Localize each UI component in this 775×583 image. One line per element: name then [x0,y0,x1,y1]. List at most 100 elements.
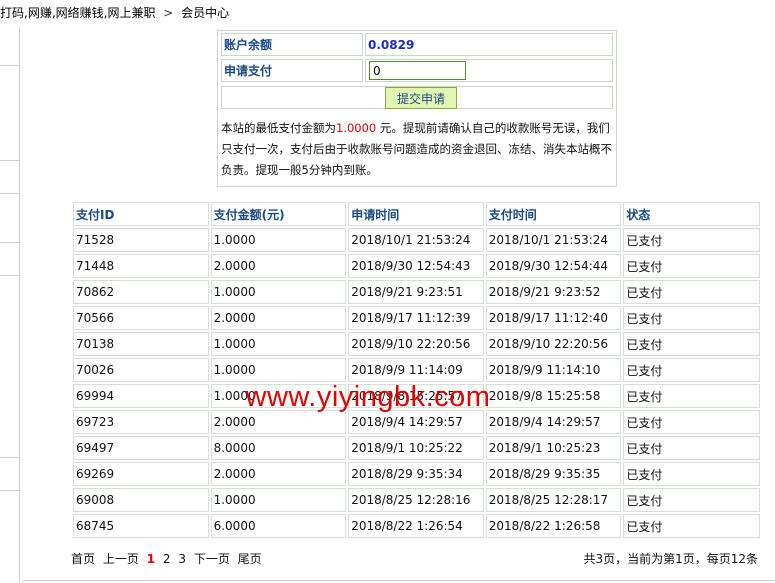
page-next-link[interactable]: 下一页 [194,552,230,566]
table-row: 69994 1.0000 2018/9/8 15:25:57 2018/9/8 15:… [73,384,760,408]
notice-text-1: 本站的最低支付金额为 [221,121,336,135]
payment-table: 支付ID 支付金额(元) 申请时间 支付时间 状态 71528 1.0000 201… [71,200,762,540]
table-row: 69008 1.0000 2018/8/25 12:28:16 2018/8/25 1… [73,488,760,512]
table-row: 68745 6.0000 2018/8/22 1:26:54 2018/8/22 1:… [73,514,760,538]
cell-pay-id: 71448 [73,254,209,278]
sidebar-divider [0,65,19,66]
cell-amount: 2.0000 [210,254,347,278]
cell-apply-time: 2018/9/10 22:20:56 [348,332,484,356]
cell-apply-time: 2018/9/30 12:54:43 [348,254,484,278]
pagination: 首页 上一页 1 2 3 下一页 尾页 共3页，当前为第1页，每页12条 [71,548,762,570]
content-bottom-border [22,580,775,581]
cell-pay-id: 69723 [73,410,209,434]
balance-row: 账户余额 0.0829 [221,33,613,56]
table-row: 69723 2.0000 2018/9/4 14:29:57 2018/9/4 14:… [73,410,760,434]
sidebar-divider [0,457,19,458]
cell-status: 已支付 [623,358,760,382]
cell-status: 已支付 [623,514,760,538]
cell-apply-time: 2018/9/1 10:25:22 [348,436,484,460]
cell-apply-time: 2018/9/8 15:25:57 [348,384,484,408]
pagination-summary: 共3页，当前为第1页，每页12条 [583,552,758,566]
table-row: 70862 1.0000 2018/9/21 9:23:51 2018/9/21 9:… [73,280,760,304]
sidebar [0,27,20,583]
header-status: 状态 [623,202,760,226]
cell-apply-time: 2018/9/4 14:29:57 [348,410,484,434]
submit-cell: 提交申请 [221,86,613,109]
cell-status: 已支付 [623,280,760,304]
header-amount: 支付金额(元) [210,202,347,226]
breadcrumb-current: 会员中心 [181,6,230,20]
cell-amount: 1.0000 [210,228,347,252]
sidebar-divider [0,242,19,243]
page-first-link[interactable]: 首页 [71,552,95,566]
cell-amount: 1.0000 [210,488,347,512]
sidebar-divider [0,275,19,276]
cell-amount: 1.0000 [210,332,347,356]
cell-status: 已支付 [623,462,760,486]
cell-pay-id: 70026 [73,358,209,382]
cell-apply-time: 2018/8/22 1:26:54 [348,514,484,538]
breadcrumb-site-link[interactable]: 打码,网赚,网络赚钱,网上兼职 [0,6,155,20]
cell-pay-id: 71528 [73,228,209,252]
cell-apply-time: 2018/9/17 11:12:39 [348,306,484,330]
page-number-current[interactable]: 1 [147,552,155,566]
cell-status: 已支付 [623,436,760,460]
cell-amount: 1.0000 [210,358,347,382]
cell-pay-id: 70862 [73,280,209,304]
amount-input[interactable] [369,61,466,80]
breadcrumb: 打码,网赚,网络赚钱,网上兼职 > 会员中心 [0,0,775,26]
cell-pay-time: 2018/9/4 14:29:57 [485,410,622,434]
cell-pay-time: 2018/8/25 12:28:17 [485,488,622,512]
sidebar-divider [0,193,19,194]
notice-min-amount: 1.0000 [336,121,377,135]
table-row: 70566 2.0000 2018/9/17 11:12:39 2018/9/17 1… [73,306,760,330]
page-prev-link[interactable]: 上一页 [103,552,139,566]
apply-row: 申请支付 [221,59,613,82]
cell-amount: 6.0000 [210,514,347,538]
breadcrumb-separator: > [163,6,174,20]
cell-apply-time: 2018/10/1 21:53:24 [348,228,484,252]
cell-apply-time: 2018/9/9 11:14:09 [348,358,484,382]
withdraw-notice: 本站的最低支付金额为1.0000 元。提现前请确认自己的收款账号无误，我们只支付… [221,118,613,181]
cell-amount: 2.0000 [210,462,347,486]
table-row: 71528 1.0000 2018/10/1 21:53:24 2018/10/1 2… [73,228,760,252]
cell-pay-id: 68745 [73,514,209,538]
cell-pay-time: 2018/9/10 22:20:56 [485,332,622,356]
cell-pay-time: 2018/10/1 21:53:24 [485,228,622,252]
sidebar-divider [0,490,19,491]
cell-pay-id: 69994 [73,384,209,408]
table-row: 70026 1.0000 2018/9/9 11:14:09 2018/9/9 11:… [73,358,760,382]
cell-pay-id: 69497 [73,436,209,460]
payment-table-wrap: 支付ID 支付金额(元) 申请时间 支付时间 状态 71528 1.0000 201… [71,200,762,540]
table-row: 69497 8.0000 2018/9/1 10:25:22 2018/9/1 10:… [73,436,760,460]
cell-amount: 2.0000 [210,410,347,434]
cell-amount: 8.0000 [210,436,347,460]
page-number-link[interactable]: 3 [178,552,186,566]
cell-status: 已支付 [623,488,760,512]
page-number-link[interactable]: 2 [163,552,171,566]
balance-label: 账户余额 [221,33,363,56]
cell-pay-id: 70566 [73,306,209,330]
page-last-link[interactable]: 尾页 [238,552,262,566]
cell-pay-time: 2018/9/17 11:12:40 [485,306,622,330]
cell-status: 已支付 [623,384,760,408]
cell-apply-time: 2018/9/21 9:23:51 [348,280,484,304]
cell-status: 已支付 [623,228,760,252]
cell-apply-time: 2018/8/25 12:28:16 [348,488,484,512]
cell-amount: 2.0000 [210,306,347,330]
cell-status: 已支付 [623,332,760,356]
cell-pay-time: 2018/9/9 11:14:10 [485,358,622,382]
cell-status: 已支付 [623,306,760,330]
cell-pay-time: 2018/9/30 12:54:44 [485,254,622,278]
header-apply-time: 申请时间 [348,202,484,226]
cell-pay-time: 2018/9/21 9:23:52 [485,280,622,304]
pagination-links: 首页 上一页 1 2 3 下一页 尾页 [71,552,266,566]
cell-status: 已支付 [623,410,760,434]
cell-status: 已支付 [623,254,760,278]
table-row: 71448 2.0000 2018/9/30 12:54:43 2018/9/30 1… [73,254,760,278]
cell-pay-time: 2018/8/29 9:35:35 [485,462,622,486]
cell-amount: 1.0000 [210,280,347,304]
cell-pay-time: 2018/9/8 15:25:58 [485,384,622,408]
apply-label: 申请支付 [221,59,363,82]
submit-button[interactable]: 提交申请 [385,87,457,109]
